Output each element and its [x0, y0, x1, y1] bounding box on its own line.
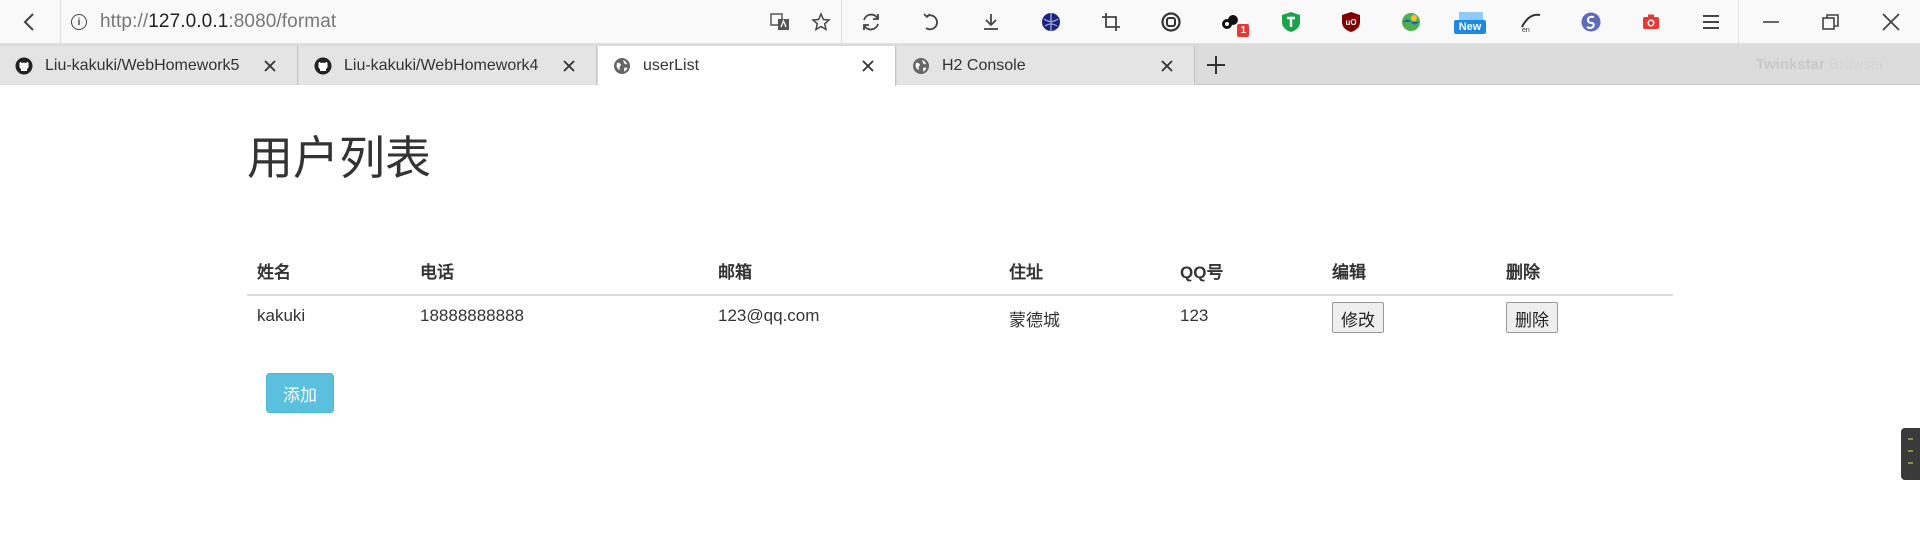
github-icon: [314, 57, 332, 74]
tab-webhomework4[interactable]: Liu-kakuki/WebHomework4: [299, 46, 597, 85]
reload-icon[interactable]: [859, 10, 883, 34]
table-row: kakuki 18888888888 123@qq.com 蒙德城 123 修改…: [247, 295, 1673, 345]
browser-brand: Twinkstar Browser: [1756, 56, 1884, 73]
header-address: 住址: [999, 250, 1170, 296]
minimize-icon[interactable]: [1759, 10, 1783, 34]
menu-icon[interactable]: [1699, 10, 1723, 34]
cell-phone: 18888888888: [420, 306, 525, 325]
notification-extension-icon[interactable]: 1: [1219, 10, 1249, 37]
header-delete: 删除: [1496, 250, 1673, 296]
close-window-icon[interactable]: [1879, 10, 1903, 34]
add-user-button[interactable]: 添加: [266, 373, 334, 413]
language-extension-icon[interactable]: en: [1519, 10, 1543, 34]
tab-userlist[interactable]: userList: [598, 46, 896, 86]
browser-toolbar: i http://127.0.0.1:8080/format 1 uO New …: [0, 0, 1920, 44]
cell-address: 蒙德城: [1009, 311, 1060, 330]
close-tab-icon[interactable]: [1160, 59, 1174, 73]
new-badge: New: [1454, 20, 1486, 34]
new-extension-icon[interactable]: New: [1454, 10, 1488, 34]
url-path: :8080/format: [228, 11, 337, 32]
header-name: 姓名: [247, 250, 410, 296]
back-arrow-icon: [23, 13, 34, 31]
download-icon[interactable]: [979, 10, 1003, 34]
site-info-icon[interactable]: i: [71, 14, 87, 30]
brand-suffix: Browser: [1824, 56, 1884, 73]
close-tab-icon[interactable]: [562, 59, 576, 73]
header-phone: 电话: [410, 250, 708, 296]
close-tab-icon[interactable]: [861, 59, 875, 73]
cell-email: 123@qq.com: [718, 306, 820, 325]
tab-title: userList: [643, 57, 700, 74]
restore-window-icon[interactable]: [1819, 10, 1843, 34]
globe-extension-icon[interactable]: [1039, 10, 1063, 34]
tab-title: H2 Console: [942, 56, 1026, 74]
header-edit: 编辑: [1322, 250, 1496, 296]
cell-name: kakuki: [257, 306, 306, 325]
shield-t-icon[interactable]: [1279, 10, 1303, 34]
github-icon: [15, 57, 33, 74]
new-tab-plus-icon[interactable]: [1205, 54, 1227, 76]
table-header-row: 姓名 电话 邮箱 住址 QQ号 编辑 删除: [247, 250, 1673, 296]
tab-title: Liu-kakuki/WebHomework4: [344, 56, 539, 74]
camera-icon[interactable]: [1639, 10, 1663, 34]
screenshot-extension-icon[interactable]: [1159, 10, 1183, 34]
cell-qq: 123: [1180, 306, 1209, 325]
address-bar[interactable]: http://127.0.0.1:8080/format: [100, 11, 336, 33]
globe-icon: [913, 57, 929, 74]
toolbar-divider: [841, 0, 842, 44]
url-scheme: http://: [100, 11, 149, 32]
earth-extension-icon[interactable]: [1399, 10, 1423, 34]
header-qq: QQ号: [1170, 250, 1322, 296]
delete-button[interactable]: 删除: [1506, 302, 1558, 333]
s-extension-icon[interactable]: [1579, 10, 1603, 34]
user-table: 姓名 电话 邮箱 住址 QQ号 编辑 删除 kakuki 18888888888…: [247, 250, 1673, 345]
svg-text:uO: uO: [1345, 18, 1356, 27]
side-scroll-widget[interactable]: [1901, 428, 1920, 480]
brand-name: Twinkstar: [1755, 56, 1825, 73]
tab-strip: Liu-kakuki/WebHomework5 Liu-kakuki/WebHo…: [0, 44, 1920, 86]
translate-icon[interactable]: [768, 10, 792, 34]
back-button[interactable]: [14, 8, 44, 36]
tab-title: Liu-kakuki/WebHomework5: [45, 56, 240, 74]
crop-icon[interactable]: [1099, 10, 1123, 34]
url-host: 127.0.0.1: [148, 11, 229, 32]
edit-button[interactable]: 修改: [1332, 302, 1384, 333]
toolbar-divider: [60, 0, 61, 44]
notification-badge: 1: [1237, 24, 1249, 37]
cell-delete: 删除: [1496, 295, 1673, 345]
globe-icon: [614, 58, 630, 74]
header-email: 邮箱: [708, 250, 999, 296]
tab-h2-console[interactable]: H2 Console: [897, 46, 1195, 85]
toolbar-divider: [1738, 0, 1739, 44]
close-tab-icon[interactable]: [263, 59, 277, 73]
svg-text:en: en: [1522, 27, 1530, 33]
undo-icon[interactable]: [919, 10, 943, 34]
ublock-shield-icon[interactable]: uO: [1339, 10, 1363, 34]
page-title: 用户列表: [247, 132, 431, 184]
cell-edit: 修改: [1322, 295, 1496, 345]
bookmark-star-icon[interactable]: [809, 10, 833, 34]
tab-webhomework5[interactable]: Liu-kakuki/WebHomework5: [0, 46, 298, 85]
